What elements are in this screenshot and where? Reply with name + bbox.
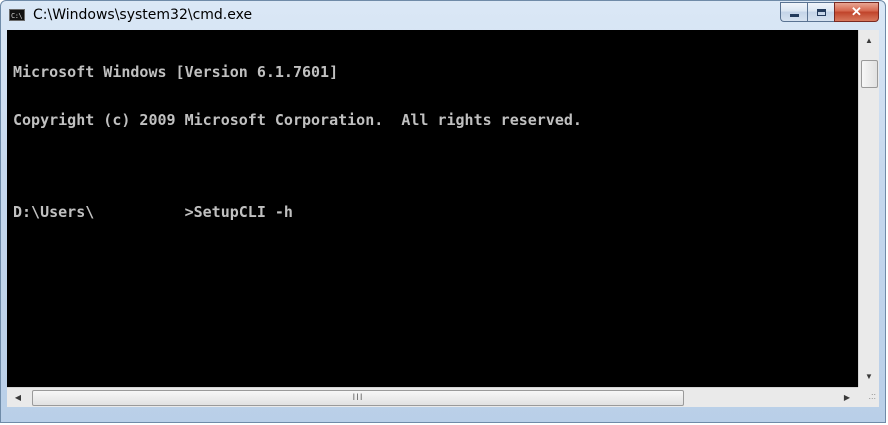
- vertical-scroll-thumb[interactable]: [861, 60, 878, 88]
- close-icon: ✕: [851, 4, 862, 19]
- console-output[interactable]: Microsoft Windows [Version 6.1.7601] Cop…: [7, 30, 858, 387]
- console-line-copyright: Copyright (c) 2009 Microsoft Corporation…: [13, 111, 582, 129]
- console-line-version: Microsoft Windows [Version 6.1.7601]: [13, 63, 339, 81]
- cmd-window: C:\ C:\Windows\system32\cmd.exe ✕ Micros…: [0, 0, 886, 423]
- window-title: C:\Windows\system32\cmd.exe: [33, 7, 253, 23]
- maximize-icon: [816, 8, 826, 16]
- thumb-grip-icon: III: [352, 393, 364, 403]
- vertical-scrollbar[interactable]: ▲ ▼: [858, 30, 879, 387]
- horizontal-scrollbar[interactable]: ◀ III ▶: [7, 387, 858, 407]
- title-bar[interactable]: C:\ C:\Windows\system32\cmd.exe ✕: [1, 1, 885, 31]
- minimize-icon: [789, 13, 799, 17]
- console-line-prompt: D:\Users\ >SetupCLI -h: [13, 203, 293, 221]
- cmd-app-icon[interactable]: C:\: [9, 9, 25, 21]
- scroll-right-arrow-icon[interactable]: ▶: [838, 389, 856, 406]
- scroll-down-arrow-icon[interactable]: ▼: [859, 368, 879, 385]
- close-button[interactable]: ✕: [834, 2, 879, 22]
- horizontal-scroll-thumb[interactable]: III: [32, 390, 684, 406]
- minimize-button[interactable]: [780, 2, 807, 22]
- caption-buttons: ✕: [780, 2, 879, 22]
- scroll-left-arrow-icon[interactable]: ◀: [9, 389, 27, 406]
- resize-grip-icon[interactable]: .::: [858, 387, 879, 407]
- maximize-button[interactable]: [807, 2, 834, 22]
- scroll-up-arrow-icon[interactable]: ▲: [859, 32, 879, 49]
